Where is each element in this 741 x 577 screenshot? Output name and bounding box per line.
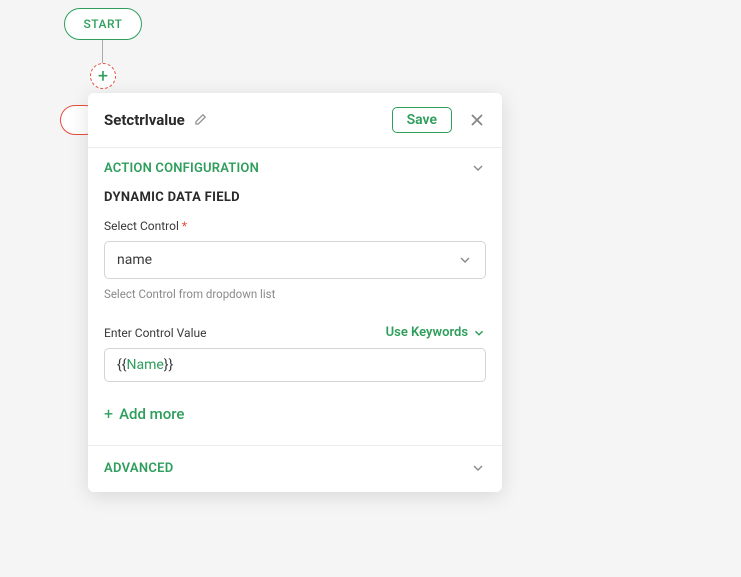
select-control-dropdown[interactable]: name bbox=[104, 241, 486, 279]
section-title: ACTION CONFIGURATION bbox=[104, 161, 259, 176]
advanced-title: ADVANCED bbox=[104, 461, 174, 476]
enter-control-label: Enter Control Value bbox=[104, 326, 206, 340]
plus-icon: + bbox=[104, 404, 113, 423]
select-control-value: name bbox=[117, 252, 152, 268]
chevron-down-icon bbox=[470, 460, 486, 476]
action-configuration-section: ACTION CONFIGURATION DYNAMIC DATA FIELD … bbox=[88, 148, 502, 445]
action-configuration-header[interactable]: ACTION CONFIGURATION bbox=[104, 160, 486, 176]
pencil-icon[interactable] bbox=[193, 113, 207, 127]
template-open: {{ bbox=[117, 357, 126, 373]
chevron-down-icon bbox=[470, 160, 486, 176]
add-more-button[interactable]: + Add more bbox=[104, 404, 486, 437]
save-button[interactable]: Save bbox=[392, 107, 452, 133]
add-more-label: Add more bbox=[119, 405, 184, 423]
select-control-label-text: Select Control bbox=[104, 219, 179, 233]
chevron-down-icon bbox=[457, 252, 473, 268]
control-value-input[interactable]: {{Name}} bbox=[104, 348, 486, 382]
panel-header: Setctrlvalue Save bbox=[88, 93, 502, 147]
required-mark: * bbox=[182, 219, 187, 233]
use-keywords-label: Use Keywords bbox=[386, 325, 468, 340]
chevron-down-icon bbox=[472, 326, 486, 340]
template-var: Name bbox=[126, 357, 163, 373]
enter-control-row: Enter Control Value Use Keywords bbox=[104, 325, 486, 340]
advanced-section-header[interactable]: ADVANCED bbox=[88, 446, 502, 492]
select-control-label: Select Control * bbox=[104, 219, 486, 233]
panel-title: Setctrlvalue bbox=[104, 111, 185, 129]
select-control-helper: Select Control from dropdown list bbox=[104, 287, 486, 301]
template-close: }} bbox=[164, 357, 173, 373]
subsection-title: DYNAMIC DATA FIELD bbox=[104, 190, 486, 205]
add-node-button[interactable]: + bbox=[90, 63, 116, 89]
action-config-panel: Setctrlvalue Save ACTION CONFIGURATION D… bbox=[88, 93, 502, 492]
use-keywords-link[interactable]: Use Keywords bbox=[386, 325, 486, 340]
connector-line bbox=[102, 40, 103, 64]
start-node[interactable]: START bbox=[64, 8, 142, 40]
close-icon[interactable] bbox=[468, 111, 486, 129]
